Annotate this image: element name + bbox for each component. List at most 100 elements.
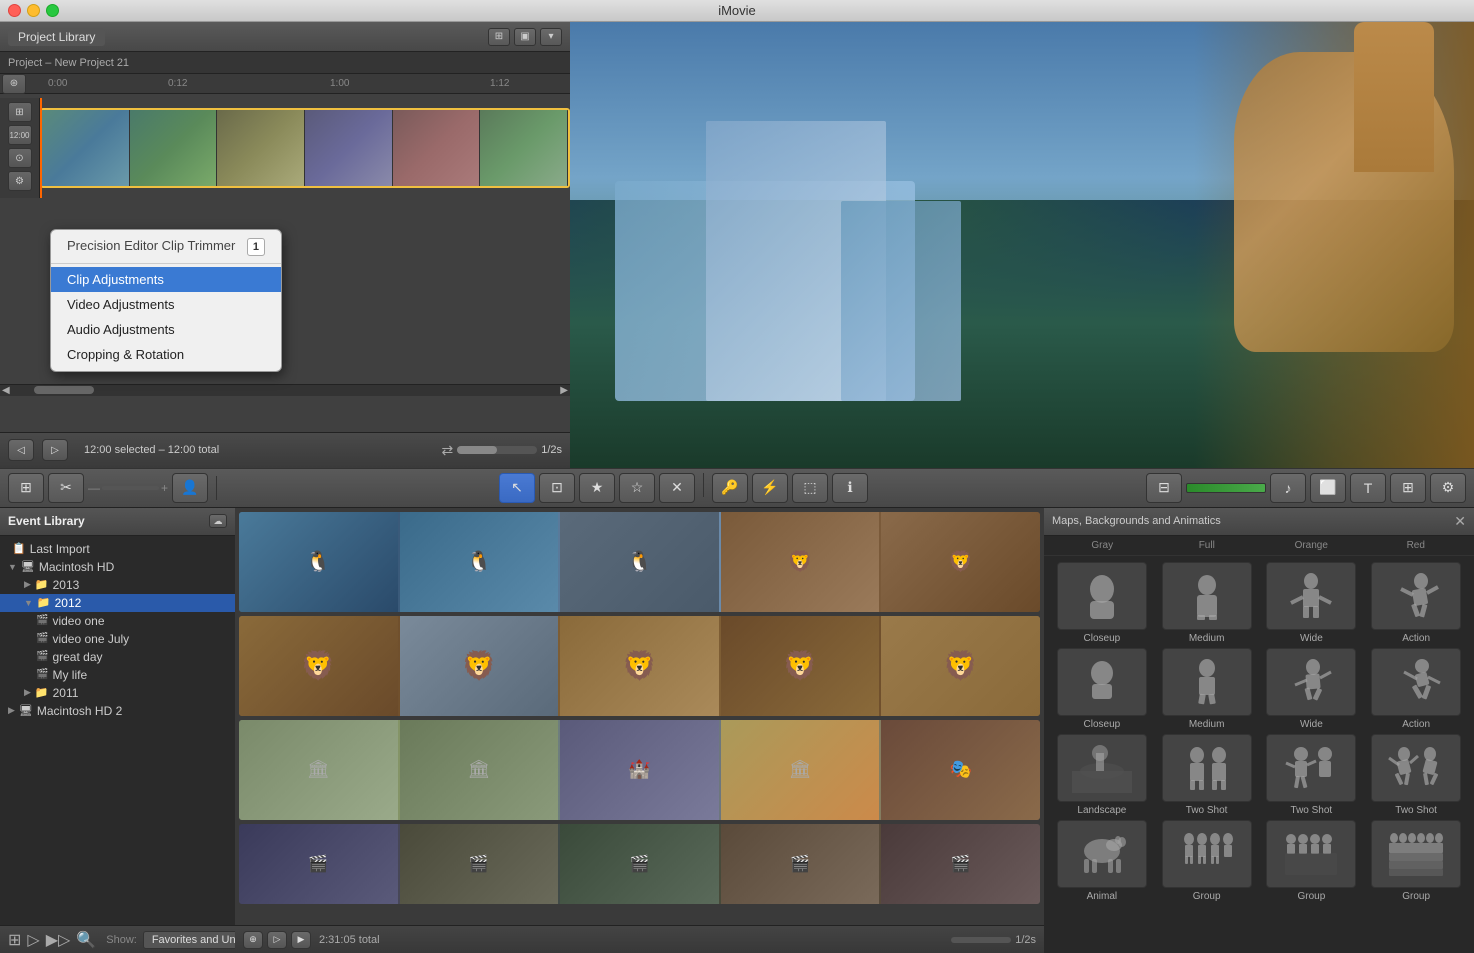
maps-item-two-shot-2[interactable]: Two Shot bbox=[1262, 734, 1362, 816]
project-icon-2[interactable]: ▣ bbox=[514, 28, 536, 46]
project-icon-1[interactable]: ⊞ bbox=[488, 28, 510, 46]
year-2012-folder-icon: 📁 bbox=[37, 596, 51, 609]
lib-btn-4[interactable]: 🔍 bbox=[76, 930, 96, 950]
play-button[interactable]: ▷ bbox=[42, 439, 68, 461]
browser-play-3[interactable]: ▶ bbox=[291, 931, 311, 949]
maps-item-medium-2[interactable]: Medium bbox=[1157, 648, 1257, 730]
tool-favorite[interactable]: ★ bbox=[579, 473, 615, 503]
video-strip-4[interactable]: 🎬 🎬 🎬 🎬 🎬 bbox=[239, 824, 1040, 904]
project-icon-3[interactable]: ▾ bbox=[540, 28, 562, 46]
lib-btn-1[interactable]: ⊞ bbox=[8, 930, 21, 950]
zoom-slider[interactable] bbox=[102, 486, 159, 490]
maps-item-landscape[interactable]: Landscape bbox=[1052, 734, 1152, 816]
lib-btn-3[interactable]: ▶▷ bbox=[46, 930, 71, 950]
ruler-1: 0:12 bbox=[168, 78, 187, 89]
track-ctrl-1[interactable]: ⊞ bbox=[8, 102, 32, 122]
video-strip-3[interactable]: 🏛 🏛 🏰 🏛 🎭 bbox=[239, 720, 1040, 820]
project-title: Project – New Project 21 bbox=[8, 57, 129, 69]
context-menu-item-audio-adj[interactable]: Audio Adjustments bbox=[51, 317, 281, 342]
tree-item-2012[interactable]: ▼ 📁 2012 bbox=[0, 594, 235, 612]
maps-item-group-1[interactable]: Group bbox=[1157, 820, 1257, 902]
maps-item-closeup-1[interactable]: Closeup bbox=[1052, 562, 1152, 644]
maps-row-1: Closeup Medium bbox=[1052, 562, 1466, 644]
scroll-arrow-right[interactable]: ▶ bbox=[560, 385, 568, 396]
browser-play-1[interactable]: ⊕ bbox=[243, 931, 263, 949]
maps-item-animal[interactable]: Animal bbox=[1052, 820, 1152, 902]
tree-item-my-life[interactable]: 🎬 My life bbox=[0, 666, 235, 684]
tool-people[interactable]: 👤 bbox=[172, 473, 208, 503]
maps-item-closeup-2[interactable]: Closeup bbox=[1052, 648, 1152, 730]
minimize-button[interactable] bbox=[27, 4, 40, 17]
tree-item-macintosh-hd[interactable]: ▼ 🖥 Macintosh HD bbox=[0, 558, 235, 576]
maps-item-medium-1[interactable]: Medium bbox=[1157, 562, 1257, 644]
rewind-button[interactable]: ◁ bbox=[8, 439, 34, 461]
speed-slider[interactable] bbox=[457, 446, 537, 454]
tool-unfavorite[interactable]: ☆ bbox=[619, 473, 655, 503]
tool-info[interactable]: ℹ bbox=[832, 473, 868, 503]
event-browser-content[interactable]: 🐧 🐧 🐧 🦁 🦁 🦁 🦁 🦁 🦁 🦁 bbox=[235, 508, 1044, 926]
maps-thumb-medium-1 bbox=[1162, 562, 1252, 630]
track-ctrl-4[interactable]: ⚙ bbox=[8, 171, 32, 191]
browser-speed-slider[interactable] bbox=[951, 937, 1011, 943]
tool-select[interactable]: ↖ bbox=[499, 473, 535, 503]
context-menu-item-video-adj[interactable]: Video Adjustments bbox=[51, 292, 281, 317]
event-library-cloud[interactable]: ☁ bbox=[209, 514, 227, 528]
tool-crop[interactable]: ⬚ bbox=[792, 473, 828, 503]
year-2011-arrow: ▶ bbox=[24, 687, 31, 698]
context-menu-item-clip-adj[interactable]: Clip Adjustments bbox=[51, 267, 281, 292]
maps-row-2: Closeup Medium bbox=[1052, 648, 1466, 730]
zoom-max[interactable]: + bbox=[161, 481, 168, 495]
timeline-ctrl-1[interactable]: ⊛ bbox=[2, 74, 26, 94]
tool-text[interactable]: T bbox=[1350, 473, 1386, 503]
tree-item-great-day[interactable]: 🎬 great day bbox=[0, 648, 235, 666]
tool-reject[interactable]: ✕ bbox=[659, 473, 695, 503]
project-library-tab[interactable]: Project Library bbox=[8, 28, 105, 46]
tool-clip-view[interactable]: ⊞ bbox=[8, 473, 44, 503]
tool-photo[interactable]: ⬜ bbox=[1310, 473, 1346, 503]
tree-item-video-one-july[interactable]: 🎬 video one July bbox=[0, 630, 235, 648]
tree-item-macintosh-hd-2[interactable]: ▶ 🖥 Macintosh HD 2 bbox=[0, 702, 235, 720]
tree-item-2011[interactable]: ▶ 📁 2011 bbox=[0, 684, 235, 702]
tool-crop-overlay[interactable]: ⊡ bbox=[539, 473, 575, 503]
timeline-scrollbar[interactable]: ◀ ▶ bbox=[0, 384, 570, 396]
maps-item-two-shot-1[interactable]: Two Shot bbox=[1157, 734, 1257, 816]
close-button[interactable] bbox=[8, 4, 21, 17]
maps-item-two-shot-3[interactable]: Two Shot bbox=[1366, 734, 1466, 816]
scrollbar-thumb[interactable] bbox=[34, 386, 94, 394]
maps-item-wide-2[interactable]: Wide bbox=[1262, 648, 1362, 730]
maps-item-action-1[interactable]: Action bbox=[1366, 562, 1466, 644]
tool-key[interactable]: 🔑 bbox=[712, 473, 748, 503]
maps-item-action-2[interactable]: Action bbox=[1366, 648, 1466, 730]
video-strip-1[interactable]: 🐧 🐧 🐧 🦁 🦁 bbox=[239, 512, 1040, 612]
video-strip-2[interactable]: 🦁 🦁 🦁 🦁 🦁 bbox=[239, 616, 1040, 716]
tool-wand[interactable]: ⚡ bbox=[752, 473, 788, 503]
tool-grid[interactable]: ⊟ bbox=[1146, 473, 1182, 503]
swap-icon[interactable]: ⇄ bbox=[441, 442, 453, 459]
zoom-min[interactable]: — bbox=[88, 481, 100, 495]
browser-play-2[interactable]: ▷ bbox=[267, 931, 287, 949]
last-import-label: Last Import bbox=[30, 542, 90, 556]
timeline-track[interactable] bbox=[40, 108, 570, 188]
context-menu-item-crop[interactable]: Cropping & Rotation bbox=[51, 342, 281, 367]
maps-thumb-two-shot-3 bbox=[1371, 734, 1461, 802]
maximize-button[interactable] bbox=[46, 4, 59, 17]
lib-btn-2[interactable]: ▷ bbox=[27, 930, 39, 950]
maps-item-wide-1[interactable]: Wide bbox=[1262, 562, 1362, 644]
track-ctrl-2[interactable]: 12:00 bbox=[8, 125, 32, 145]
tree-item-last-import[interactable]: 📋 Last Import bbox=[0, 540, 235, 558]
maps-item-group-3[interactable]: Group bbox=[1366, 820, 1466, 902]
track-ctrl-3[interactable]: ⊙ bbox=[8, 148, 32, 168]
maps-item-group-2[interactable]: Group bbox=[1262, 820, 1362, 902]
tree-item-video-one[interactable]: 🎬 video one bbox=[0, 612, 235, 630]
tool-expand[interactable]: ⊞ bbox=[1390, 473, 1426, 503]
tool-music[interactable]: ♪ bbox=[1270, 473, 1306, 503]
volume-bar[interactable] bbox=[1186, 483, 1266, 493]
playback-bar: ◁ ▷ 12:00 selected – 12:00 total ⇄ 1/2s bbox=[0, 432, 570, 468]
tree-item-2013[interactable]: ▶ 📁 2013 bbox=[0, 576, 235, 594]
tool-settings[interactable]: ⚙ bbox=[1430, 473, 1466, 503]
tool-edit-view[interactable]: ✂ bbox=[48, 473, 84, 503]
my-life-icon: 🎬 bbox=[36, 669, 48, 680]
scroll-arrow-left[interactable]: ◀ bbox=[2, 385, 10, 396]
green-bar-control bbox=[1186, 483, 1266, 493]
maps-panel-close-btn[interactable]: ✕ bbox=[1454, 513, 1466, 530]
